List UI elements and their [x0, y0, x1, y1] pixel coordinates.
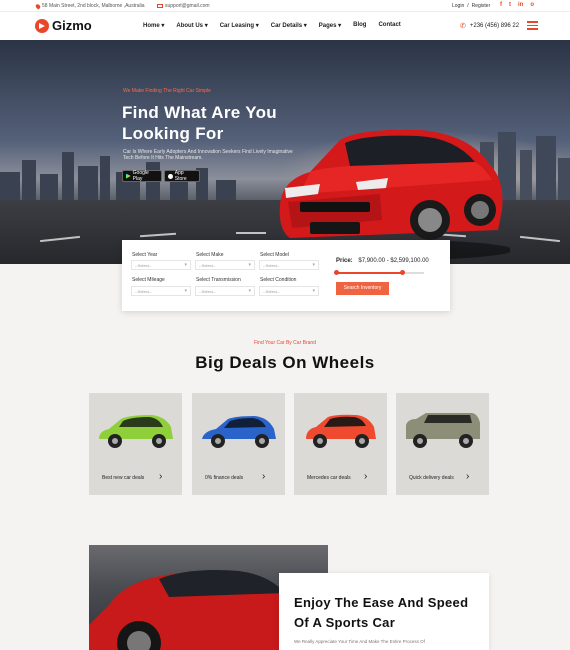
deal-card-mercedes[interactable]: Mercedes car deals ›: [294, 393, 387, 495]
deal-card-delivery[interactable]: Quick delivery deals ›: [396, 393, 489, 495]
suv-image: [406, 413, 480, 448]
price-slider[interactable]: [334, 270, 424, 275]
green-car-image: [99, 415, 173, 448]
price-min-handle[interactable]: [334, 270, 339, 275]
chevron-right-icon[interactable]: ›: [364, 471, 367, 482]
location-pin-icon: [34, 2, 42, 10]
apple-icon: [168, 173, 173, 179]
auth-links: Login / Register: [452, 3, 490, 9]
model-select[interactable]: --Select--: [259, 260, 319, 270]
chevron-right-icon[interactable]: ›: [466, 471, 469, 482]
deals-subtitle: Find Your Car By Car Brand: [254, 340, 316, 346]
transmission-label: Select Transmission: [196, 277, 241, 283]
mileage-select[interactable]: --Select--: [131, 286, 191, 296]
year-label: Select Year: [132, 252, 158, 258]
phone-icon: ✆: [460, 23, 466, 30]
deal-card-new[interactable]: Best new car deals ›: [89, 393, 182, 495]
phone-number[interactable]: +236 (456) 896 22: [470, 23, 519, 29]
condition-select[interactable]: --Select--: [259, 286, 319, 296]
instagram-icon[interactable]: o: [530, 2, 534, 8]
google-play-button[interactable]: Google Play: [122, 170, 162, 182]
social-links: f t in o: [500, 2, 534, 8]
app-store-label: App Store: [174, 170, 187, 182]
chevron-right-icon[interactable]: ›: [159, 471, 162, 482]
nav-item-about[interactable]: About Us ▾: [176, 22, 207, 29]
chevron-right-icon[interactable]: ›: [262, 471, 265, 482]
envelope-icon: [157, 4, 163, 8]
brand-name: Gizmo: [52, 18, 92, 33]
deal-card-label: 0% finance deals: [205, 475, 244, 481]
price-range: Price: $7,900.00 - $2,599,100.00: [336, 258, 429, 264]
facebook-icon[interactable]: f: [500, 2, 502, 8]
hamburger-menu-icon[interactable]: [527, 21, 538, 32]
transmission-select[interactable]: --Select--: [195, 286, 255, 296]
phone[interactable]: ✆ +236 (456) 896 22: [460, 22, 519, 30]
year-select[interactable]: --Select--: [131, 260, 191, 270]
orange-car-image: [306, 414, 376, 448]
make-label: Select Make: [196, 252, 224, 258]
mileage-label: Select Mileage: [132, 277, 165, 283]
nav-item-pages[interactable]: Pages ▾: [319, 22, 341, 29]
nav-item-car-details[interactable]: Car Details ▾: [271, 22, 307, 29]
register-link[interactable]: Register: [472, 3, 491, 9]
price-max-handle[interactable]: [400, 270, 405, 275]
price-label: Price:: [336, 258, 353, 264]
deal-card-label: Best new car deals: [102, 475, 145, 481]
price-slider-fill: [336, 272, 402, 274]
email[interactable]: support@gmail.com: [157, 3, 210, 9]
nav-item-home[interactable]: Home ▾: [143, 22, 164, 29]
deals-title: Big Deals On Wheels: [195, 353, 375, 372]
email-text[interactable]: support@gmail.com: [165, 3, 210, 9]
deal-card-label: Quick delivery deals: [409, 475, 454, 481]
logo[interactable]: Gizmo: [35, 18, 92, 33]
linkedin-icon[interactable]: in: [518, 2, 523, 8]
feature-title: Enjoy The Ease And Speed Of A Sports Car: [294, 595, 469, 630]
logo-icon: [35, 18, 49, 33]
search-panel: Select Year --Select-- Select Make --Sel…: [122, 240, 450, 311]
hero: We Make Finding The Right Car Simple Fin…: [0, 40, 570, 264]
main-nav: Gizmo Home ▾ About Us ▾ Car Leasing ▾ Ca…: [0, 12, 570, 40]
google-play-label: Google Play: [132, 170, 149, 182]
nav-menu: Home ▾ About Us ▾ Car Leasing ▾ Car Deta…: [143, 22, 413, 29]
nav-item-car-leasing[interactable]: Car Leasing ▾: [220, 22, 259, 29]
condition-label: Select Condition: [260, 277, 297, 283]
top-bar: 58 Main Street, 2nd block, Malborne ,Aus…: [0, 0, 570, 12]
blue-car-image: [202, 416, 276, 448]
hero-description: Car Is Where Early Adopters And Innovati…: [123, 149, 293, 161]
google-play-icon: [126, 173, 131, 179]
make-select[interactable]: --Select--: [195, 260, 255, 270]
feature-description: We Really Appreciate Your Time And Make …: [294, 639, 425, 644]
app-store-button[interactable]: App Store: [164, 170, 200, 182]
nav-item-contact[interactable]: Contact: [378, 22, 400, 29]
red-sports-car-image: [277, 129, 510, 260]
feature-box: Enjoy The Ease And Speed Of A Sports Car…: [279, 573, 489, 650]
search-inventory-button[interactable]: Search Inventory: [336, 282, 389, 295]
hero-subtitle: We Make Finding The Right Car Simple: [123, 88, 211, 94]
model-label: Select Model: [260, 252, 289, 258]
address: 58 Main Street, 2nd block, Malborne ,Aus…: [34, 2, 145, 10]
address-text: 58 Main Street, 2nd block, Malborne ,Aus…: [42, 3, 145, 9]
price-range-value: $7,900.00 - $2,599,100.00: [358, 258, 429, 264]
deal-card-label: Mercedes car deals: [307, 475, 351, 481]
twitter-icon[interactable]: t: [509, 2, 511, 8]
deal-card-finance[interactable]: 0% finance deals ›: [192, 393, 285, 495]
nav-item-blog[interactable]: Blog: [353, 22, 366, 29]
login-link[interactable]: Login: [452, 3, 464, 9]
auth-separator: /: [467, 3, 469, 9]
